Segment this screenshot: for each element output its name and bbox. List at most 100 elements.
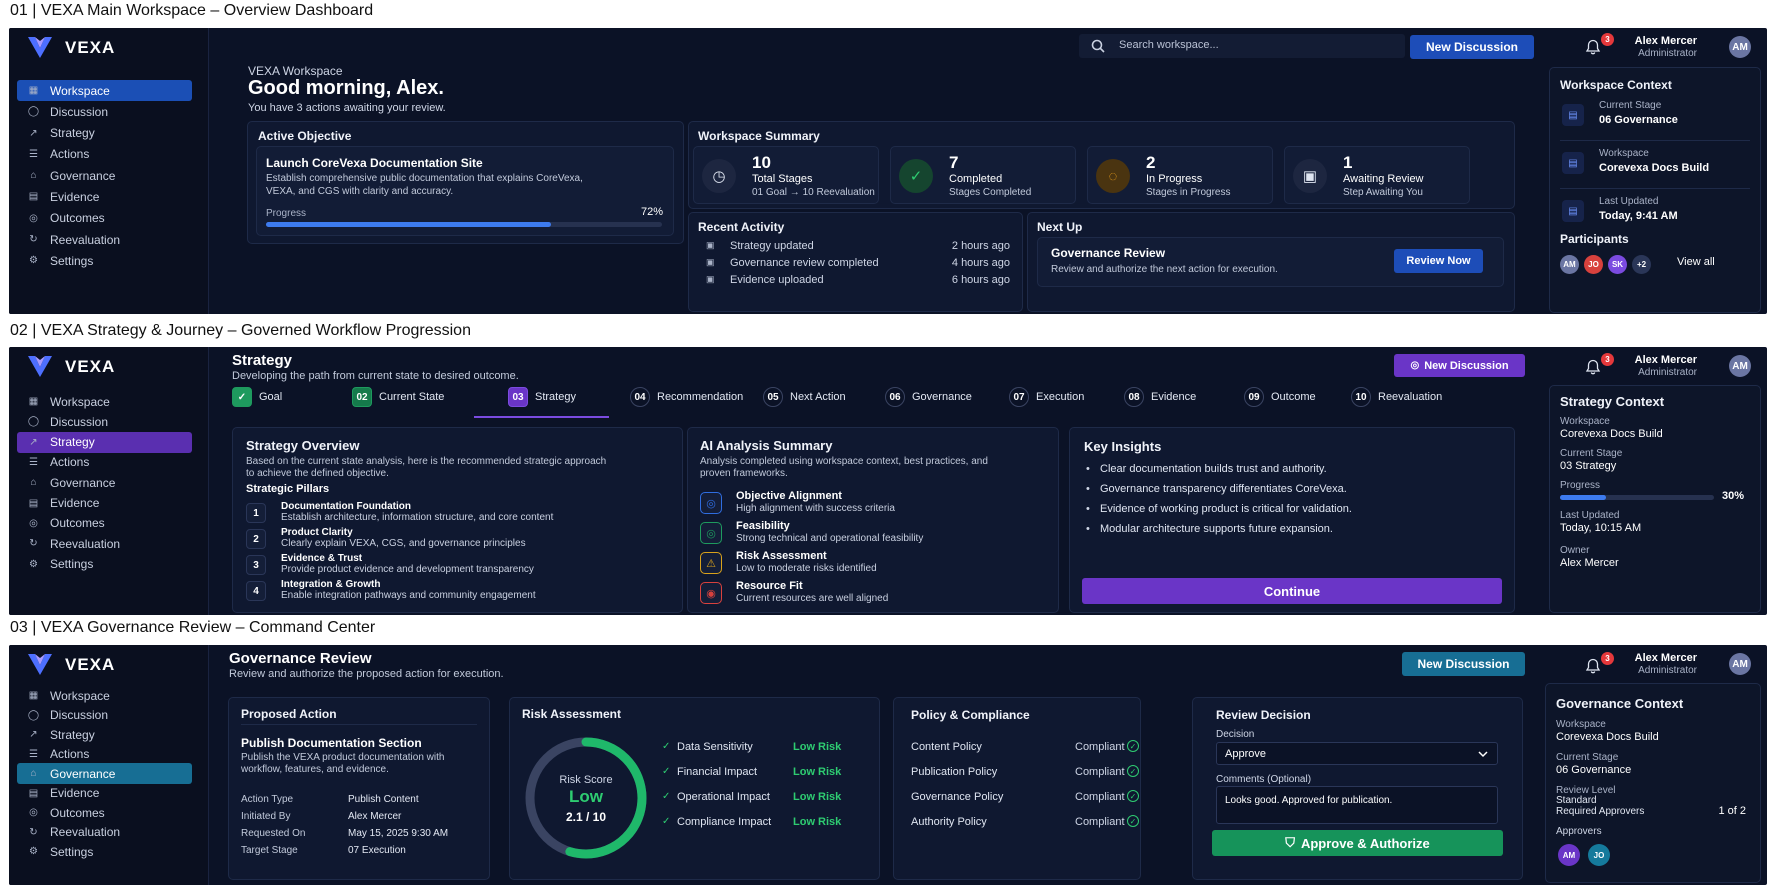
card-title: Workspace Summary	[698, 129, 820, 143]
sidebar-item-evidence[interactable]: ▤ Evidence	[17, 783, 192, 804]
bell-icon[interactable]	[1585, 39, 1601, 55]
workspace-eyebrow: VEXA Workspace	[248, 64, 343, 78]
workspace-context-card: Workspace Context ▤ Current Stage 06 Gover…	[1549, 67, 1761, 313]
file-icon: ▤	[28, 497, 39, 509]
risk-item-level: Low Risk	[793, 766, 842, 778]
continue-button[interactable]: Continue	[1082, 578, 1502, 604]
step-label-next-action[interactable]: Next Action	[790, 391, 846, 403]
stat-sub: 01 Goal → 10 Reevaluation	[752, 187, 875, 198]
workspace-summary-card: Workspace Summary ◷ 10 Total Stages 01 Goal…	[688, 121, 1515, 209]
comments-textarea[interactable]: Looks good. Approved for publication.	[1216, 786, 1498, 824]
card-title: Strategy Context	[1560, 394, 1665, 409]
risk-item-name: Compliance Impact	[677, 816, 772, 828]
check-circle-icon: ✓	[1127, 765, 1139, 777]
step-label-current-state[interactable]: Current State	[379, 391, 444, 403]
step-label-goal[interactable]: Goal	[259, 391, 282, 403]
sidebar-item-workspace[interactable]: ▦ Workspace	[17, 391, 192, 412]
risk-item-name: Operational Impact	[677, 791, 770, 803]
view-all-link[interactable]: View all	[1677, 256, 1715, 268]
section-3-title: 03 | VEXA Governance Review – Command Ce…	[10, 619, 376, 636]
sidebar-item-actions[interactable]: ☰ Actions	[17, 744, 192, 765]
step-label-governance[interactable]: Governance	[912, 391, 972, 403]
search-input[interactable]: Search workspace...	[1119, 39, 1219, 51]
card-title: Policy & Compliance	[911, 708, 1030, 722]
active-objective-card: Active Objective Launch CoreVexa Documen…	[247, 121, 684, 244]
sidebar-item-outcomes[interactable]: ◎ Outcomes	[17, 802, 192, 823]
step-label-reevaluation[interactable]: Reevaluation	[1378, 391, 1442, 403]
action-title: Publish Documentation Section	[241, 736, 422, 750]
step-label-outcome[interactable]: Outcome	[1271, 391, 1316, 403]
sidebar-item-settings[interactable]: ⚙ Settings	[17, 250, 192, 271]
sidebar-item-reevaluation[interactable]: ↻ Reevaluation	[17, 533, 192, 554]
step-badge: ✓	[232, 387, 252, 407]
user-avatar[interactable]: AM	[1729, 653, 1751, 675]
objective-inner: Launch CoreVexa Documentation Site Estab…	[256, 146, 674, 236]
sidebar-item-strategy[interactable]: ↗ Strategy	[17, 431, 192, 453]
workspace-dashboard-panel: VEXA ▦ Workspace ◯ Discussion ↗ Strategy ☰ Acti…	[9, 28, 1767, 314]
summary-stat: ▣ 1 Awaiting Review Step Awaiting You	[1284, 146, 1470, 204]
sidebar-item-label: Evidence	[50, 496, 100, 511]
user-avatar[interactable]: AM	[1729, 355, 1751, 377]
step-label-strategy[interactable]: Strategy	[535, 391, 576, 403]
divider	[1560, 188, 1750, 189]
sidebar-item-governance[interactable]: ⌂ Governance	[17, 165, 192, 186]
approve-authorize-button[interactable]: ⛉ Approve & Authorize	[1212, 830, 1503, 856]
new-discussion-button[interactable]: ◎ New Discussion	[1394, 354, 1525, 377]
sidebar-item-label: Reevaluation	[50, 232, 121, 247]
bell-icon[interactable]	[1585, 658, 1601, 674]
progress-bar	[1560, 495, 1714, 500]
pillar-title: Product Clarity	[281, 527, 353, 538]
sidebar-item-workspace[interactable]: ▦ Workspace	[17, 685, 192, 706]
sidebar-item-discussion[interactable]: ◯ Discussion	[17, 411, 192, 432]
page-title: Strategy	[232, 352, 293, 369]
next-up-card: Next Up Governance Review Review and aut…	[1027, 212, 1515, 312]
sidebar-item-reevaluation[interactable]: ↻ Reevaluation	[17, 229, 192, 250]
sidebar-item-reevaluation[interactable]: ↻ Reevaluation	[17, 822, 192, 843]
stat-value: 7	[949, 153, 959, 172]
sidebar-item-evidence[interactable]: ▤ Evidence	[17, 186, 192, 207]
sidebar-item-workspace[interactable]: ▦ Workspace	[17, 80, 192, 101]
sidebar-item-settings[interactable]: ⚙ Settings	[17, 554, 192, 575]
decision-select[interactable]: Approve	[1216, 742, 1498, 765]
review-now-button[interactable]: Review Now	[1394, 249, 1483, 273]
sidebar-item-actions[interactable]: ☰ Actions	[17, 144, 192, 165]
sidebar-item-evidence[interactable]: ▤ Evidence	[17, 493, 192, 514]
sidebar-item-label: Strategy	[50, 727, 95, 742]
sidebar-item-discussion[interactable]: ◯ Discussion	[17, 705, 192, 726]
shield-check-icon: ⛉	[1285, 835, 1295, 850]
sidebar-item-strategy[interactable]: ↗ Strategy	[17, 724, 192, 745]
sidebar-item-outcomes[interactable]: ◎ Outcomes	[17, 513, 192, 534]
sidebar-item-strategy[interactable]: ↗ Strategy	[17, 123, 192, 144]
sidebar-item-governance[interactable]: ⌂ Governance	[17, 472, 192, 493]
sidebar-item-settings[interactable]: ⚙ Settings	[17, 841, 192, 862]
search-box[interactable]: Search workspace...	[1079, 34, 1405, 58]
progress-fill	[1560, 495, 1607, 500]
target-icon: ◎	[29, 807, 38, 818]
ai-item-title: Objective Alignment	[736, 490, 842, 502]
sidebar-item-actions[interactable]: ☰ Actions	[17, 452, 192, 473]
new-discussion-button[interactable]: New Discussion	[1402, 652, 1525, 676]
decision-value: Approve	[1225, 748, 1266, 760]
progress-icon: ◌	[1096, 159, 1130, 193]
bullet-icon: •	[1086, 503, 1090, 515]
policy-status: Compliant	[1075, 741, 1125, 753]
sidebar-item-label: Workspace	[50, 83, 110, 98]
owner-value: Alex Mercer	[1560, 557, 1619, 569]
step-label-execution[interactable]: Execution	[1036, 391, 1084, 403]
sidebar-item-outcomes[interactable]: ◎ Outcomes	[17, 208, 192, 229]
context-value: 06 Governance	[1599, 114, 1678, 126]
check-circle-icon: ✓	[1127, 790, 1139, 802]
bank-icon: ⌂	[30, 170, 37, 182]
brand-name: VEXA	[65, 38, 116, 57]
user-avatar[interactable]: AM	[1729, 36, 1751, 58]
step-label-recommendation[interactable]: Recommendation	[657, 391, 743, 403]
pillar-title: Integration & Growth	[281, 579, 381, 590]
stat-label: Completed	[949, 173, 1003, 185]
new-discussion-button[interactable]: New Discussion	[1410, 35, 1534, 59]
sidebar-item-governance[interactable]: ⌂ Governance	[17, 763, 192, 784]
bell-icon[interactable]	[1585, 359, 1601, 375]
detail-value: May 15, 2025 9:30 AM	[348, 828, 449, 839]
progress-label: Progress	[266, 208, 307, 219]
sidebar-item-discussion[interactable]: ◯ Discussion	[17, 101, 192, 122]
step-label-evidence[interactable]: Evidence	[1151, 391, 1196, 403]
